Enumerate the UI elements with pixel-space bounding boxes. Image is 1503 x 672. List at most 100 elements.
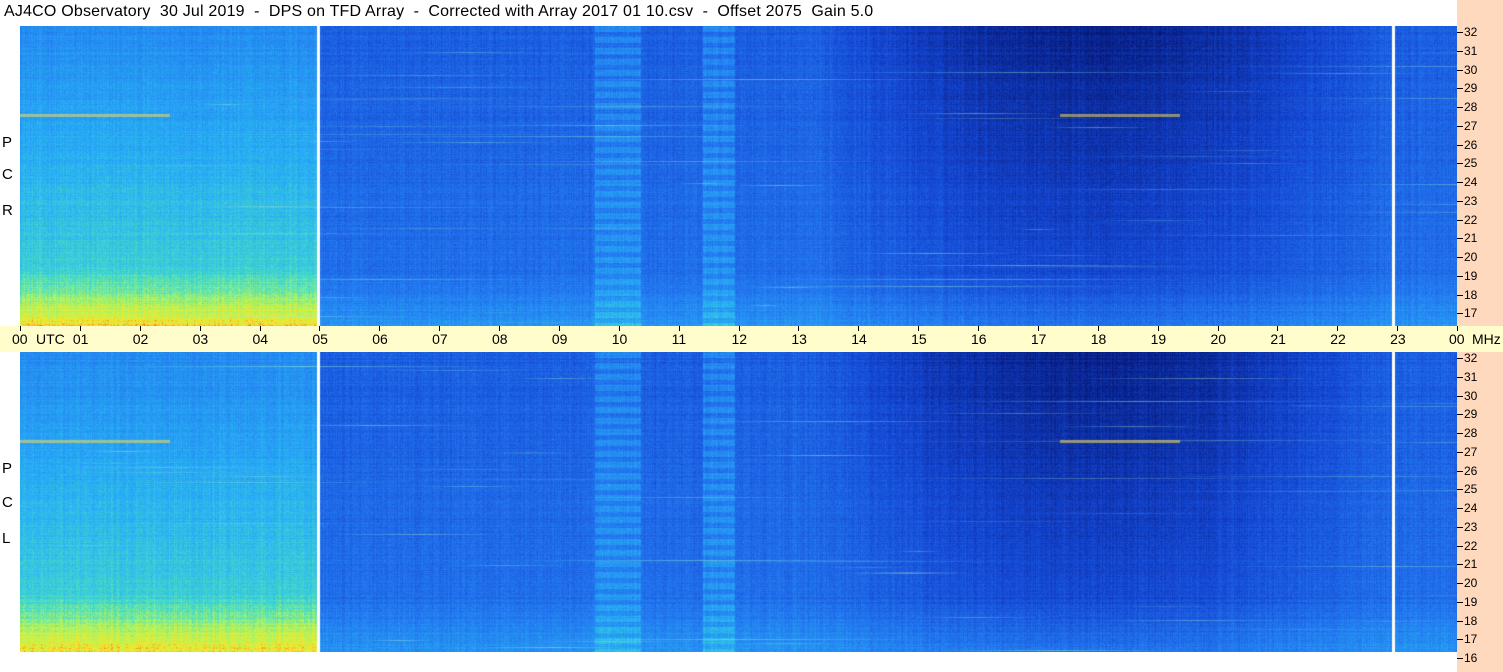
freq-label: 31 — [1464, 43, 1478, 58]
freq-tick — [1457, 526, 1463, 528]
time-label: 22 — [1330, 331, 1346, 347]
freq-tick — [1457, 125, 1463, 127]
time-label: 14 — [851, 331, 867, 347]
freq-label: 26 — [1464, 137, 1478, 152]
time-label: 15 — [911, 331, 927, 347]
freq-tick — [1457, 88, 1463, 90]
time-label: 07 — [432, 331, 448, 347]
rcp-pol-letter-1: P — [2, 134, 13, 151]
freq-tick — [1457, 433, 1463, 434]
page-title: AJ4CO Observatory 30 Jul 2019 - DPS on T… — [4, 3, 874, 20]
freq-tick — [1457, 107, 1463, 108]
lcp-spectrogram-canvas — [20, 352, 1457, 652]
time-label: 23 — [1390, 331, 1406, 347]
rcp-side-strip: P C R — [0, 26, 20, 326]
freq-label: 20 — [1464, 576, 1478, 590]
lcp-side-strip: P C L — [0, 352, 20, 652]
time-label: 05 — [312, 331, 328, 347]
title-bar: AJ4CO Observatory 30 Jul 2019 - DPS on T… — [0, 0, 1462, 26]
freq-tick — [1457, 658, 1463, 659]
rcp-frequency-scale: 3231302928272625242322212019181716 — [1457, 0, 1503, 338]
freq-label: 19 — [1464, 594, 1478, 609]
freq-tick — [1457, 620, 1463, 622]
freq-tick — [1457, 313, 1463, 315]
freq-label: 21 — [1464, 557, 1478, 572]
time-label: 03 — [192, 331, 209, 347]
freq-tick — [1457, 163, 1463, 165]
freq-label: 16 — [1464, 651, 1478, 665]
time-label: 20 — [1210, 331, 1227, 347]
freq-tick — [1457, 489, 1463, 491]
freq-label: 29 — [1464, 81, 1478, 96]
freq-tick — [1457, 144, 1463, 146]
freq-label: 30 — [1464, 62, 1478, 77]
freq-tick — [1457, 601, 1463, 603]
freq-label: 18 — [1464, 287, 1478, 302]
freq-tick — [1457, 50, 1463, 52]
freq-label: 23 — [1464, 519, 1478, 534]
freq-label: 32 — [1464, 25, 1478, 39]
time-label: 02 — [132, 331, 149, 347]
utc-label: UTC — [36, 331, 65, 347]
freq-tick — [1457, 395, 1463, 397]
rcp-pol-letter-3: R — [2, 202, 13, 219]
time-label: 08 — [492, 331, 508, 347]
time-label: 21 — [1270, 331, 1286, 347]
lcp-frequency-scale: 32 31 30 29 28 27 26 25 24 23 22 21 20 19 18 17 16 — [1457, 352, 1503, 672]
freq-label: 19 — [1464, 268, 1478, 283]
freq-tick — [1457, 32, 1463, 33]
time-label: 11 — [671, 331, 687, 347]
rcp-spectrogram-canvas — [20, 26, 1457, 326]
freq-label: 27 — [1464, 118, 1478, 133]
freq-label: 28 — [1464, 100, 1478, 114]
time-label: 10 — [611, 331, 628, 347]
time-label: 19 — [1150, 331, 1167, 347]
freq-label: 23 — [1464, 193, 1478, 208]
freq-label: 24 — [1464, 501, 1478, 515]
freq-tick — [1457, 182, 1463, 183]
lcp-pol-letter-3: L — [2, 530, 11, 547]
freq-tick — [1457, 238, 1463, 240]
time-label: 04 — [252, 331, 269, 347]
rcp-spectrogram — [20, 26, 1457, 326]
time-label: 01 — [72, 331, 89, 347]
rcp-pol-letter-2: C — [2, 166, 13, 183]
mhz-label: MHz — [1472, 331, 1501, 347]
freq-tick — [1457, 639, 1463, 641]
freq-label: 28 — [1464, 426, 1478, 440]
freq-tick — [1457, 376, 1463, 378]
freq-label: 17 — [1464, 306, 1478, 321]
freq-tick — [1457, 470, 1463, 472]
freq-label: 31 — [1464, 369, 1478, 384]
time-label: 12 — [731, 331, 748, 347]
freq-label: 22 — [1464, 538, 1478, 553]
freq-label: 20 — [1464, 250, 1478, 264]
time-label: 06 — [372, 331, 388, 347]
freq-tick — [1457, 219, 1463, 221]
time-label: 17 — [1030, 331, 1047, 347]
freq-tick — [1457, 583, 1463, 584]
freq-tick — [1457, 200, 1463, 202]
freq-label: 18 — [1464, 613, 1478, 628]
time-label: 00 — [12, 331, 28, 347]
time-label: 00 — [1449, 331, 1465, 347]
freq-label: 25 — [1464, 156, 1478, 171]
freq-label: 22 — [1464, 212, 1478, 227]
freq-tick — [1457, 451, 1463, 453]
freq-label: 29 — [1464, 407, 1478, 422]
freq-tick — [1457, 414, 1463, 416]
lcp-pol-letter-2: C — [2, 494, 13, 511]
freq-tick — [1457, 508, 1463, 509]
time-axis: UTC MHz 00 01 02 03 04 05 06 07 08 09 10 11 12 13 14 15… — [0, 326, 1503, 352]
time-label: 18 — [1090, 331, 1107, 347]
lcp-spectrogram — [20, 352, 1457, 652]
freq-tick — [1457, 564, 1463, 566]
freq-label: 17 — [1464, 632, 1478, 647]
freq-tick — [1457, 294, 1463, 296]
freq-label: 27 — [1464, 444, 1478, 459]
freq-tick — [1457, 257, 1463, 258]
freq-tick — [1457, 545, 1463, 547]
freq-label: 21 — [1464, 231, 1478, 246]
freq-label: 30 — [1464, 388, 1478, 403]
freq-label: 24 — [1464, 175, 1478, 189]
